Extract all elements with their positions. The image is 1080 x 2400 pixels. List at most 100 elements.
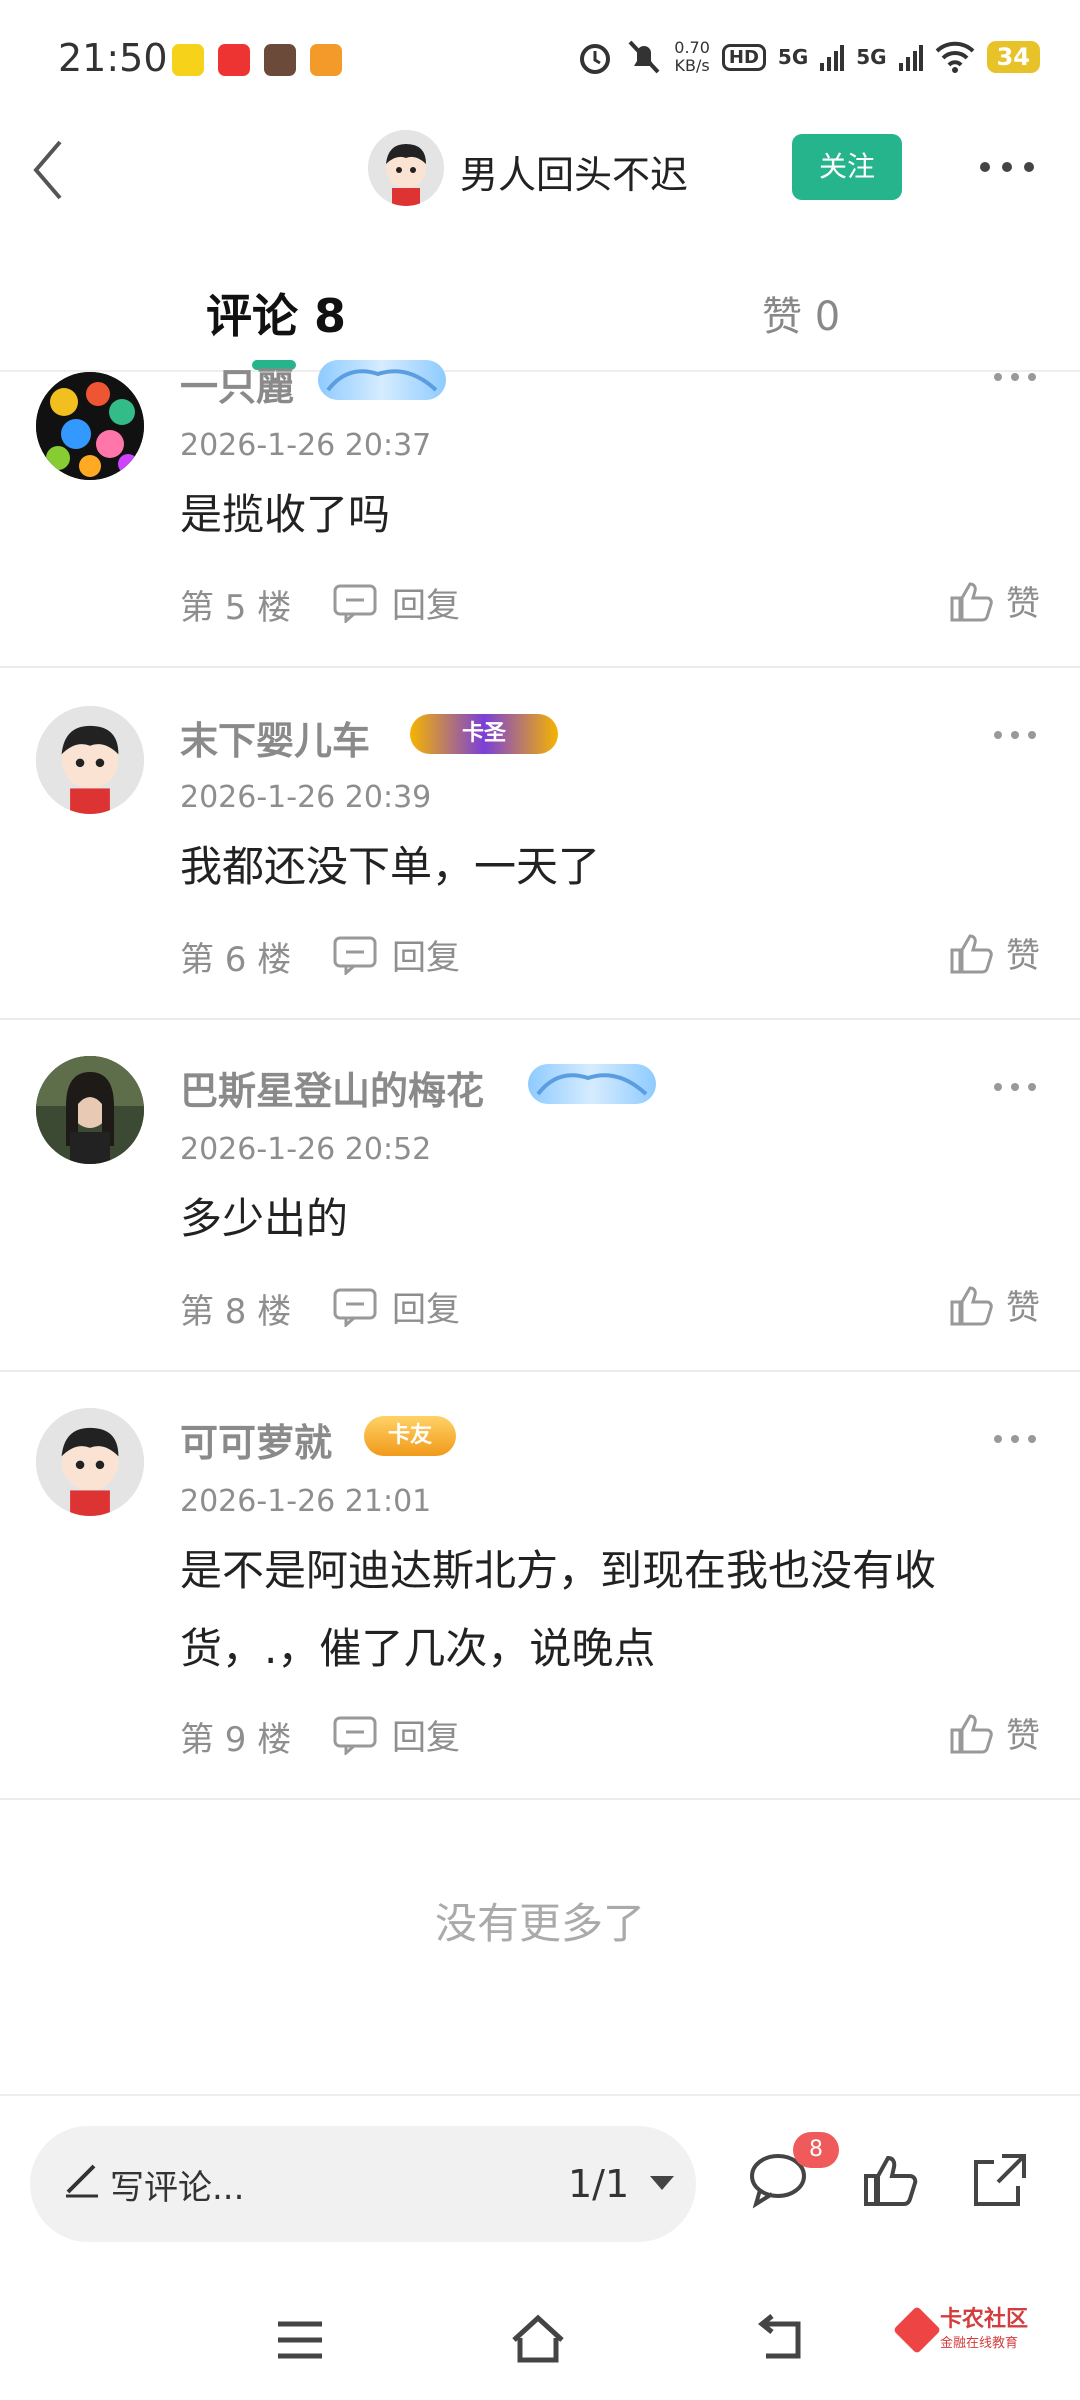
tab-likes[interactable]: 赞 0 [762,284,840,342]
comment-item: 可可萝就 卡友 2026-1-26 21:01 是不是阿迪达斯北方，到现在我也没… [0,1372,1080,1798]
smileys-avatar-icon [36,372,144,480]
divider [0,1798,1080,1800]
back-nav-icon[interactable] [750,2310,810,2370]
no-more-text: 没有更多了 [434,1899,645,1948]
top-nav: 男人回头不迟 关注 [0,120,1080,220]
commenter-name[interactable]: 末下婴儿车 [180,710,370,765]
page-title: 男人回头不迟 [460,153,689,197]
comment-time: 2026-1-26 21:01 [180,1484,432,1519]
floor-number: 第 9 楼 [180,1720,292,1760]
page-indicator[interactable]: 1/1 [568,2162,629,2206]
reply-button[interactable]: 回复 [332,1710,460,1759]
level-badge [528,1064,656,1104]
status-time: 21:50 [58,36,168,80]
menu-icon[interactable] [270,2310,330,2370]
watermark-subtitle: 金融在线教育 [940,2336,1019,2351]
comment-placeholder: 写评论... [110,2168,245,2208]
tab-bar: 评论 8 赞 0 [0,250,1080,370]
comment-more-icon[interactable] [990,1424,1040,1454]
level-badge: 卡圣 [410,714,558,754]
signal-5g-1: 5G [777,45,809,69]
net-speed-unit: KB/s [674,56,710,75]
reply-label: 回复 [392,938,460,978]
comment-more-icon[interactable] [990,362,1040,392]
status-right: 0.70 KB/s HD 5G 5G 34 [576,38,1040,76]
comment-item: 一只麗 2026-1-26 20:37 是揽收了吗 第 5 楼 回复 赞 [0,360,1080,666]
back-icon[interactable] [24,130,94,210]
like-label: 赞 [1006,584,1040,624]
mute-bell-icon [628,40,660,74]
crest-badge-icon [536,1073,648,1096]
watermark-logo: 卡农社区 金融在线教育 [892,2305,1029,2354]
tab-comments[interactable]: 评论 8 [206,280,346,346]
like-label: 赞 [1006,1288,1040,1328]
share-icon[interactable] [968,2150,1032,2210]
floor-number: 第 8 楼 [180,1292,292,1332]
kanong-logo-icon [892,2305,942,2354]
comment-more-icon[interactable] [990,1072,1040,1102]
reply-label: 回复 [392,1290,460,1330]
comment-item: 末下婴儿车 卡圣 2026-1-26 20:39 我都还没下单，一天了 第 6 … [0,668,1080,1018]
crest-badge-icon [326,369,438,392]
comment-text: 我都还没下单，一天了 [180,842,601,891]
like-label: 赞 [1006,936,1040,976]
commenter-name[interactable]: 可可萝就 [180,1412,332,1467]
home-icon[interactable] [508,2310,568,2370]
cartoon-avatar-icon [368,130,444,206]
reply-bubble-icon [333,1716,377,1755]
reply-button[interactable]: 回复 [332,1282,460,1331]
commenter-avatar[interactable] [36,1056,144,1164]
comment-time: 2026-1-26 20:52 [180,1132,432,1167]
comment-item: 巴斯星登山的梅花 2026-1-26 20:52 多少出的 第 8 楼 回复 赞 [0,1020,1080,1370]
wifi-icon [935,41,974,73]
reply-label: 回复 [392,1718,460,1758]
comment-time: 2026-1-26 20:39 [180,780,432,815]
commenter-avatar[interactable] [36,372,144,480]
comment-time: 2026-1-26 20:37 [180,428,432,463]
like-button[interactable]: 赞 [948,928,1040,977]
floor-number: 第 5 楼 [180,588,292,628]
like-label: 赞 [1006,1716,1040,1756]
signal-bars-icon [898,45,923,71]
reply-button[interactable]: 回复 [332,578,460,627]
reply-label: 回复 [392,586,460,626]
like-button[interactable]: 赞 [948,576,1040,625]
pen-icon [66,2164,98,2198]
follow-button[interactable]: 关注 [792,134,902,200]
reply-button[interactable]: 回复 [332,930,460,979]
like-button[interactable]: 赞 [948,1708,1040,1757]
battery-indicator: 34 [986,41,1040,73]
commenter-name[interactable]: 一只麗 [180,356,294,411]
bottom-action-bar: 写评论... 1/1 8 [0,2094,1080,2254]
thumbs-up-icon [950,933,993,973]
thumbs-up-icon [950,581,993,621]
watermark-title: 卡农社区 [940,2307,1029,2332]
watermark-text: 卡农社区 金融在线教育 [940,2307,1029,2352]
hd-badge: HD [721,43,766,71]
commenter-avatar[interactable] [36,1408,144,1516]
thumbs-up-icon [950,1713,993,1753]
like-post-icon[interactable] [860,2150,924,2210]
level-badge: 卡友 [364,1416,456,1456]
app-icon [264,44,296,76]
caret-down-icon[interactable] [650,2176,674,2190]
comment-more-icon[interactable] [990,720,1040,750]
comment-text: 是不是阿迪达斯北方，到现在我也没有收货，.，催了几次，说晚点 [180,1546,937,1673]
commenter-name[interactable]: 巴斯星登山的梅花 [180,1060,484,1115]
comment-text: 多少出的 [180,1194,349,1243]
status-bar: 21:50 0.70 KB/s HD 5G 5G 34 [0,0,1080,120]
write-comment-input[interactable]: 写评论... 1/1 [30,2126,696,2242]
app-icon [172,44,204,76]
signal-5g-2: 5G [856,45,887,69]
more-options-icon[interactable] [975,142,1039,192]
comment-count-badge: 8 [793,2132,839,2168]
photo-avatar-icon [36,1056,144,1164]
like-button[interactable]: 赞 [948,1280,1040,1329]
author-avatar[interactable] [368,130,444,206]
comment-text: 是揽收了吗 [180,490,391,539]
level-badge [318,360,446,400]
reply-bubble-icon [333,936,377,975]
commenter-avatar[interactable] [36,706,144,814]
notification-icons [172,44,342,76]
cartoon-avatar-icon [36,706,144,814]
